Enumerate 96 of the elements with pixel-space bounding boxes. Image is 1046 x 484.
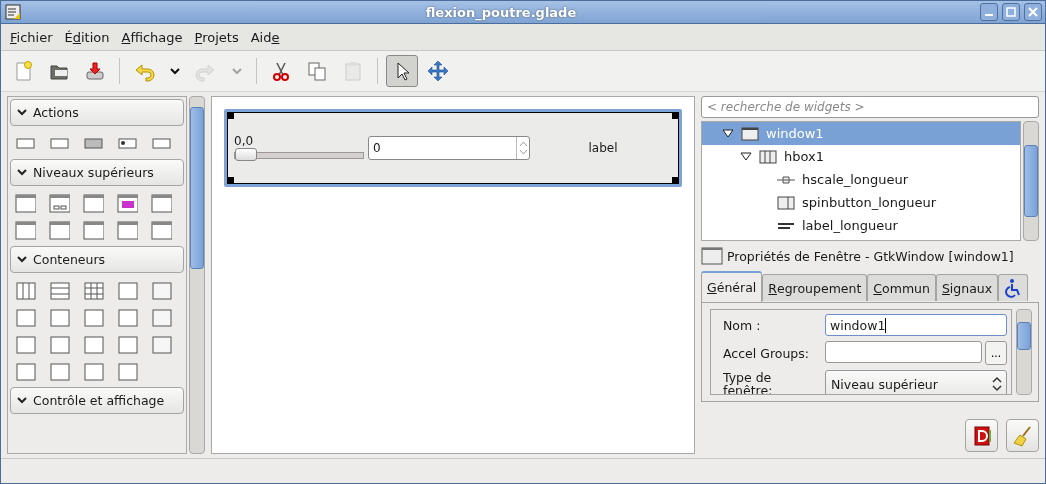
selection-handle[interactable]: [228, 177, 234, 183]
tab[interactable]: [998, 274, 1029, 301]
scrollbar-thumb[interactable]: [1024, 145, 1038, 217]
tree-label: hbox1: [784, 149, 824, 164]
vbox-icon: [48, 279, 70, 301]
chevron-down-icon: [17, 108, 27, 117]
scrollbar[interactable]: [1016, 309, 1032, 395]
tree-row[interactable]: spinbutton_longueur: [702, 191, 1020, 214]
caret-icon: [232, 67, 242, 75]
minimize-icon: [985, 14, 993, 16]
save-icon: [84, 60, 106, 82]
table-icon: [82, 279, 104, 301]
book-icon: [971, 424, 992, 447]
close-icon: [1028, 7, 1038, 17]
properties-title: Propriétés de Fenêtre - GtkWindow [window1]: [727, 248, 1014, 264]
section-title: Actions: [33, 105, 79, 120]
window-icon: [740, 125, 760, 142]
maximize-icon: [1006, 7, 1016, 17]
slider-track[interactable]: [234, 151, 364, 159]
window-icon: [82, 192, 104, 214]
tab[interactable]: Signaux: [935, 274, 999, 301]
copy-icon: [306, 60, 328, 82]
palette-section-header[interactable]: Actions: [10, 99, 184, 126]
window-icon: [14, 219, 36, 241]
tab[interactable]: Général: [701, 271, 763, 302]
selection-handle[interactable]: [228, 113, 234, 119]
property-label: Nom :: [723, 318, 762, 332]
tab[interactable]: Commun: [867, 274, 936, 301]
minimize-button[interactable]: [980, 3, 998, 21]
expanded-triangle-icon: [740, 151, 752, 162]
chevron-down-icon: [17, 168, 27, 177]
maximize-button[interactable]: [1002, 3, 1020, 21]
tree-row[interactable]: hscale_longueur: [702, 168, 1020, 191]
section-title: Niveaux supérieurs: [33, 165, 154, 180]
window-icon: [150, 219, 172, 241]
menu-item[interactable]: Aide: [245, 27, 285, 47]
text-field[interactable]: [825, 341, 982, 363]
wheelchair-icon: [1004, 278, 1023, 298]
selection-handle[interactable]: [672, 113, 678, 119]
move-arrows-icon: [427, 60, 449, 82]
tree-row[interactable]: hbox1: [702, 145, 1020, 168]
clipboard-icon: [342, 60, 364, 82]
selection-handle[interactable]: [672, 177, 678, 183]
scissors-icon: [270, 60, 292, 82]
tree-label: spinbutton_longueur: [802, 195, 937, 210]
scrollbar[interactable]: [1023, 121, 1039, 241]
window-title: flexion_poutre.glade: [424, 4, 578, 20]
broom-icon: [1011, 424, 1034, 447]
window-icon: [116, 192, 138, 214]
slider-thumb[interactable]: [235, 147, 257, 161]
tab[interactable]: Regroupement: [762, 274, 868, 301]
tree-row[interactable]: label_longueur: [702, 214, 1020, 237]
palette-section-header[interactable]: Contrôle et affichage: [10, 387, 184, 414]
hbox-icon: [14, 279, 36, 301]
menu-item[interactable]: Édition: [59, 27, 115, 47]
menu-item[interactable]: Affichage: [116, 27, 188, 47]
spin-button[interactable]: 0: [368, 136, 530, 160]
window-icon: [14, 192, 36, 214]
caret-icon: [170, 67, 180, 75]
scrollbar-thumb[interactable]: [190, 107, 204, 269]
close-button[interactable]: [1024, 3, 1042, 21]
window-icon: [48, 219, 70, 241]
window-icon: [48, 192, 70, 214]
window-icon: [150, 192, 172, 214]
hbox-widget[interactable]: 0,0 0 label: [227, 112, 679, 184]
text-field[interactable]: window1: [825, 314, 1007, 336]
property-label: Accel Groups:: [723, 346, 810, 360]
hbox-icon: [758, 148, 778, 165]
window-icon: [116, 219, 138, 241]
search-field[interactable]: < recherche de widgets >: [701, 96, 1039, 118]
browse-button[interactable]: ...: [985, 341, 1007, 365]
toolbar-button[interactable]: [386, 55, 418, 87]
scale-value: 0,0: [234, 133, 255, 148]
window-icon: [82, 219, 104, 241]
tree-label: label_longueur: [802, 218, 898, 233]
app-icon: [4, 3, 22, 21]
section-title: Contrôle et affichage: [33, 393, 165, 408]
chevron-down-icon: [17, 255, 27, 264]
tree-label: hscale_longueur: [802, 172, 909, 187]
menu-item[interactable]: Projets: [189, 27, 244, 47]
palette-section-header[interactable]: Niveaux supérieurs: [10, 159, 184, 186]
debug-button[interactable]: [965, 419, 998, 452]
palette-section-header[interactable]: Conteneurs: [10, 246, 184, 273]
scrollbar-thumb[interactable]: [1017, 322, 1031, 350]
spinbutton-icon: [776, 194, 796, 211]
tree-label: window1: [766, 126, 824, 141]
window-icon: [701, 246, 723, 266]
dropdown[interactable]: Niveau supérieur: [825, 370, 1007, 394]
up-down-arrows-icon: [518, 140, 528, 156]
label-widget: label: [587, 141, 619, 155]
scrollbar[interactable]: [189, 96, 205, 454]
menu-item[interactable]: Fichier: [5, 27, 58, 47]
section-title: Conteneurs: [33, 252, 106, 267]
chevron-down-icon: [17, 396, 27, 405]
expanded-triangle-icon: [722, 128, 734, 139]
clear-button[interactable]: [1006, 419, 1039, 452]
